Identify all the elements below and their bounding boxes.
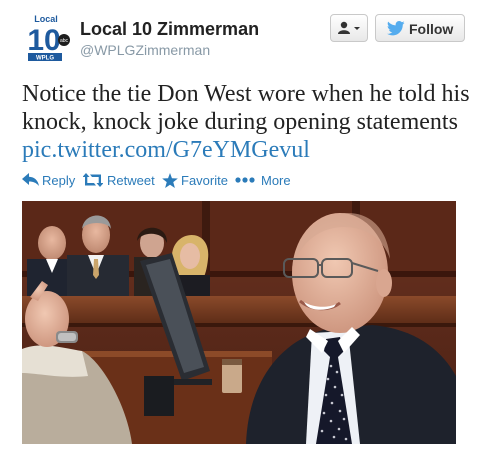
tweet-media-link[interactable]: pic.twitter.com/G7eYMGevul — [22, 137, 310, 163]
twitter-bird-icon — [387, 21, 405, 36]
retweet-label: Retweet — [107, 173, 155, 188]
author-full-name[interactable]: Local 10 Zimmerman — [80, 18, 259, 40]
account-avatar[interactable]: Local 10 abc WPLG — [22, 12, 72, 62]
local10-logo: Local 10 abc WPLG — [22, 12, 72, 62]
tweet-author[interactable]: Local 10 Zimmerman @WPLGZimmerman — [80, 18, 259, 60]
star-icon — [162, 173, 178, 188]
logo-bottom-text: WPLG — [36, 56, 54, 62]
tweet-card: Local 10 abc WPLG Local 10 Zimmerman @WP… — [0, 0, 488, 457]
author-screen-name[interactable]: @WPLGZimmerman — [80, 40, 259, 60]
logo-number: 10 — [27, 24, 60, 57]
more-dots-icon — [235, 177, 255, 183]
retweet-icon — [83, 173, 103, 187]
tweet-body: Notice the tie Don West wore when he tol… — [22, 81, 470, 135]
tweet-photo[interactable] — [22, 201, 456, 444]
more-label: More — [261, 173, 291, 188]
user-actions-button[interactable] — [330, 14, 368, 42]
follow-label: Follow — [409, 21, 454, 37]
follow-button[interactable]: Follow — [375, 14, 465, 42]
reply-label: Reply — [42, 173, 76, 188]
logo-top-text: Local — [34, 14, 58, 24]
logo-badge: abc — [60, 38, 69, 44]
user-dropdown-icon — [338, 21, 360, 34]
tweet-text: Notice the tie Don West wore when he tol… — [22, 80, 472, 164]
favorite-label: Favorite — [181, 173, 228, 188]
courtroom-photo — [22, 201, 456, 444]
reply-icon — [22, 173, 39, 186]
